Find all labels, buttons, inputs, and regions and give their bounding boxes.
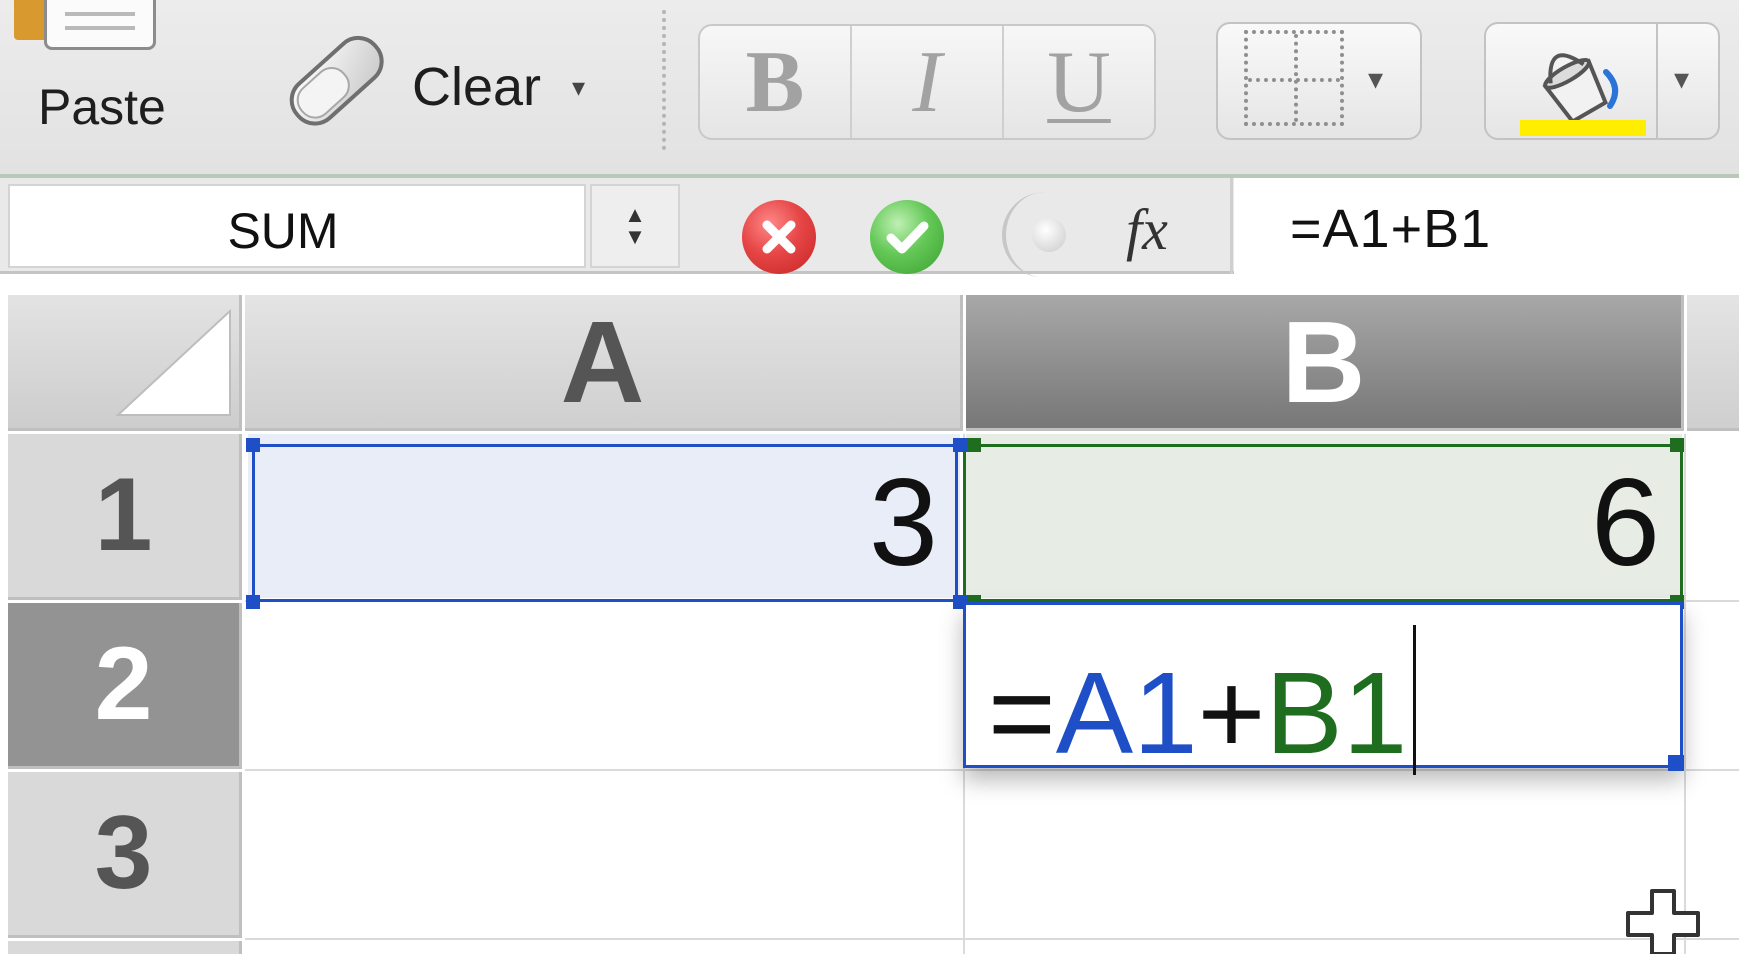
column-header-c[interactable] (1687, 295, 1739, 431)
cell-b2-editor[interactable]: =A1+B1 (963, 602, 1683, 775)
insert-function-button[interactable]: fx (1126, 196, 1168, 263)
cell-b2-formula: =A1+B1 (988, 625, 1417, 778)
fill-handle[interactable] (1668, 755, 1684, 771)
italic-button[interactable]: I (852, 26, 1004, 138)
formula-input-value: =A1+B1 (1290, 199, 1492, 259)
cancel-formula-button[interactable] (742, 200, 816, 274)
reference-range-b1 (963, 444, 1683, 602)
cell-b3[interactable] (966, 772, 1682, 936)
underline-button[interactable]: U (1004, 26, 1154, 138)
select-all-triangle-icon (115, 308, 231, 416)
worksheet-grid: A B 1 2 3 3 6 =A1+B1 (0, 277, 1739, 954)
row-header-4[interactable] (8, 941, 242, 954)
column-header-a[interactable]: A (245, 295, 963, 431)
column-header-b[interactable]: B (966, 295, 1684, 431)
clear-button[interactable]: Clear (412, 56, 541, 118)
name-box-dropdown[interactable]: ▲ ▼ (590, 184, 680, 268)
font-style-group: B I U (698, 24, 1156, 140)
range-a1-handle[interactable] (953, 438, 967, 452)
fill-color-swatch (1520, 120, 1646, 136)
bold-button[interactable]: B (700, 26, 852, 138)
range-a1-handle[interactable] (246, 438, 260, 452)
row-header-1[interactable]: 1 (8, 434, 242, 600)
formula-bar: SUM ▲ ▼ fx =A1+B1 (0, 178, 1739, 278)
borders-button[interactable]: ▾ (1216, 22, 1422, 140)
cell-a3[interactable] (248, 772, 960, 936)
paint-bucket-icon (1526, 32, 1636, 125)
paste-button[interactable]: Paste (38, 78, 166, 136)
ribbon-toolbar: Paste Clear ▾ B I U ▾ ▾ (0, 0, 1739, 178)
row-header-2[interactable]: 2 (8, 603, 242, 769)
formula-ref-a1: A1 (1055, 648, 1198, 778)
stepper-down-icon: ▼ (624, 224, 646, 249)
formula-equals: = (988, 648, 1056, 778)
name-box[interactable]: SUM (8, 184, 586, 268)
enter-formula-button[interactable] (870, 200, 944, 274)
checkmark-icon (886, 221, 929, 254)
clear-dropdown-caret-icon[interactable]: ▾ (572, 72, 585, 103)
clipboard-icon[interactable] (14, 0, 156, 50)
borders-dropdown-caret-icon[interactable]: ▾ (1368, 62, 1383, 97)
formula-input[interactable]: =A1+B1 (1234, 178, 1739, 274)
select-all-corner[interactable] (8, 295, 242, 431)
toggle-knob-icon (1032, 218, 1066, 252)
stepper-up-icon: ▲ (624, 202, 646, 227)
formula-builder-toggle[interactable] (1002, 192, 1098, 278)
borders-grid-icon (1244, 30, 1344, 126)
range-a1-handle[interactable] (246, 595, 260, 609)
range-b1-handle[interactable] (967, 438, 981, 452)
fill-dropdown-caret-icon[interactable]: ▾ (1674, 62, 1689, 97)
formula-ref-b1: B1 (1265, 648, 1408, 778)
ribbon-separator (662, 10, 666, 150)
row-header-3[interactable]: 3 (8, 772, 242, 938)
eraser-icon[interactable] (276, 30, 396, 130)
name-box-value: SUM (227, 203, 339, 259)
cell-a2[interactable] (248, 603, 960, 767)
fill-color-button[interactable]: ▾ (1484, 22, 1720, 140)
text-cursor (1413, 625, 1417, 775)
reference-range-a1 (252, 444, 958, 602)
cell-select-cursor-icon (1622, 889, 1704, 954)
close-icon (762, 220, 796, 254)
range-b1-handle[interactable] (1670, 438, 1684, 452)
formula-operator: + (1197, 648, 1266, 778)
